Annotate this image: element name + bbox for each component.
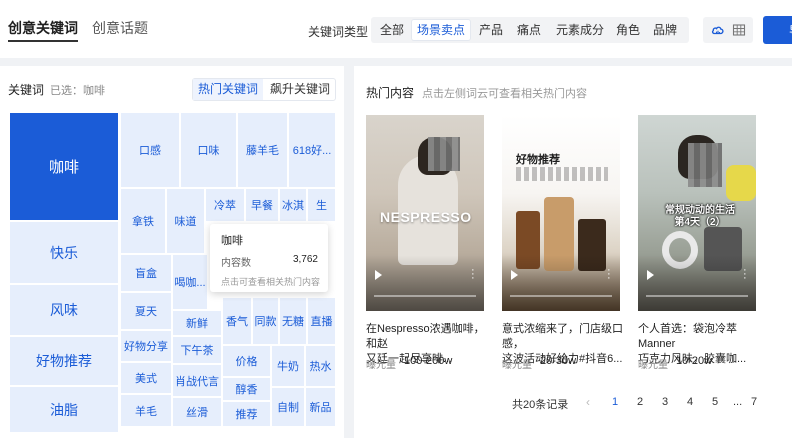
- treemap-cell[interactable]: 拿铁: [121, 189, 165, 253]
- keyword-panel-title: 关键词: [8, 83, 45, 97]
- treemap-cell[interactable]: 口感: [121, 113, 179, 187]
- treemap-cell[interactable]: 直播: [308, 298, 335, 344]
- page-2[interactable]: 2: [637, 396, 643, 408]
- keyword-selected-text: 已选：咖啡: [50, 85, 105, 97]
- filter-all[interactable]: 全部: [375, 20, 409, 40]
- treemap-cell[interactable]: 肖战代言: [173, 365, 221, 396]
- exposure-label: 曝光量: [638, 360, 668, 371]
- table-view-icon[interactable]: [732, 23, 746, 37]
- treemap-cell[interactable]: 自制: [272, 388, 304, 426]
- hot-content-hint: 点击左侧词云可查看相关热门内容: [422, 88, 587, 100]
- treemap-cell[interactable]: 丝滑: [173, 398, 221, 426]
- tooltip-title: 咖啡: [221, 235, 243, 247]
- more-icon[interactable]: · · ·: [607, 265, 611, 284]
- treemap-cell[interactable]: 价格: [223, 346, 270, 376]
- export-button[interactable]: 导: [763, 16, 792, 44]
- video-progress-bar: [646, 295, 748, 297]
- thumbnail-overlay-text: NESPRESSO: [380, 209, 472, 225]
- page-3[interactable]: 3: [662, 396, 668, 408]
- play-icon[interactable]: [647, 270, 654, 280]
- treemap-cell[interactable]: 冷萃: [206, 189, 244, 221]
- treemap-cell[interactable]: 口味: [181, 113, 236, 187]
- record-count: 共20条记录: [512, 399, 569, 411]
- filter-role[interactable]: 角色: [613, 20, 643, 40]
- tooltip-label: 内容数: [221, 258, 251, 269]
- more-icon[interactable]: · · ·: [743, 265, 747, 284]
- video-thumbnail[interactable]: 好物推荐 · · ·: [502, 115, 620, 311]
- cloud-view-icon[interactable]: [711, 23, 725, 37]
- treemap-cell[interactable]: 新品: [306, 388, 335, 426]
- top-bar: 创意关键词 创意话题 关键词类型 全部 场景卖点 产品 痛点 元素成分 角色 品…: [0, 0, 792, 58]
- treemap-cell[interactable]: 夏天: [121, 293, 171, 329]
- treemap-cell[interactable]: 牛奶: [272, 346, 304, 386]
- view-switch-group: [703, 17, 753, 43]
- video-thumbnail[interactable]: 常规动动的生活 第4天（2） · · ·: [638, 115, 756, 311]
- tooltip-hint: 点击可查看相关热门内容: [221, 277, 321, 287]
- filter-scene-selling-point[interactable]: 场景卖点: [412, 20, 470, 40]
- tab-creative-topics[interactable]: 创意话题: [92, 18, 148, 38]
- content-card-title-line: 在Nespresso浓遇咖啡，和赵: [366, 323, 485, 350]
- treemap-cell[interactable]: 618好...: [289, 113, 335, 187]
- content-card-title-line: 个人首选：袋泡冷萃Manner: [638, 323, 737, 350]
- treemap-cell[interactable]: 无糖: [280, 298, 306, 344]
- treemap-cell[interactable]: 好物分享: [121, 331, 171, 361]
- tooltip-value: 3,762: [292, 254, 318, 265]
- tab-creative-keywords[interactable]: 创意关键词: [8, 18, 78, 42]
- exposure-value: 10-20w: [676, 355, 713, 367]
- filter-product[interactable]: 产品: [474, 20, 508, 40]
- treemap-cell[interactable]: 香气: [223, 298, 251, 344]
- treemap-cell-happy[interactable]: 快乐: [10, 222, 118, 283]
- treemap-cell[interactable]: 新鲜: [173, 311, 221, 335]
- page-7[interactable]: 7: [751, 396, 757, 408]
- treemap-cell[interactable]: 生: [308, 189, 335, 221]
- page-4[interactable]: 4: [687, 396, 693, 408]
- prev-page-icon[interactable]: ‹: [586, 395, 590, 409]
- keyword-tooltip: 咖啡 内容数 3,762 点击可查看相关热门内容: [210, 224, 328, 292]
- treemap-cell[interactable]: 冰淇: [280, 189, 306, 221]
- treemap-cell[interactable]: 喝咖...: [173, 255, 207, 309]
- filter-ingredients[interactable]: 元素成分: [551, 20, 609, 40]
- hot-content-title: 热门内容: [366, 86, 415, 100]
- treemap-cell[interactable]: 醇香: [223, 378, 270, 400]
- keyword-filter-group: 全部 场景卖点 产品 痛点 元素成分 角色 品牌: [371, 17, 689, 43]
- treemap-cell[interactable]: 盲盒: [121, 255, 171, 291]
- treemap-cell-flavor[interactable]: 风味: [10, 285, 118, 335]
- exposure-value: 100-200w: [404, 355, 453, 367]
- exposure-label: 曝光量: [502, 360, 532, 371]
- treemap-cell[interactable]: 味道: [167, 189, 204, 253]
- treemap-cell-coffee[interactable]: 咖啡: [10, 113, 118, 220]
- video-progress-bar: [510, 295, 612, 297]
- exposure-label: 曝光量: [366, 360, 396, 371]
- video-progress-bar: [374, 295, 476, 297]
- hot-keywords-toggle[interactable]: 热门关键词: [193, 79, 263, 100]
- thumbnail-overlay-text: 好物推荐: [516, 154, 560, 166]
- treemap-cell[interactable]: 下午茶: [173, 337, 221, 363]
- play-icon[interactable]: [375, 270, 382, 280]
- treemap-cell[interactable]: 推荐: [223, 402, 270, 426]
- play-icon[interactable]: [511, 270, 518, 280]
- hot-content-panel: 热门内容 点击左侧词云可查看相关热门内容 NESPRESSO · · · 在Nesp…: [354, 66, 792, 438]
- keyword-mode-toggle: 热门关键词 飙升关键词: [192, 78, 336, 101]
- treemap-cell[interactable]: 早餐: [246, 189, 278, 221]
- treemap-cell[interactable]: 美式: [121, 363, 171, 393]
- page-ellipsis[interactable]: ...: [733, 396, 742, 408]
- more-icon[interactable]: · · ·: [471, 265, 475, 284]
- treemap-cell[interactable]: 藤羊毛: [238, 113, 287, 187]
- video-thumbnail[interactable]: NESPRESSO · · ·: [366, 115, 484, 311]
- rising-keywords-toggle[interactable]: 飙升关键词: [264, 79, 336, 100]
- treemap-cell[interactable]: 热水: [306, 346, 335, 386]
- keyword-type-label: 关键词类型: [308, 25, 369, 39]
- page-5[interactable]: 5: [712, 396, 718, 408]
- treemap-cell[interactable]: 羊毛: [121, 395, 171, 426]
- content-card-title-line: 意式浓缩来了，门店级口感，: [502, 323, 623, 350]
- treemap-cell-recommend[interactable]: 好物推荐: [10, 337, 118, 385]
- treemap-cell-crema[interactable]: 油脂: [10, 387, 118, 432]
- filter-brand[interactable]: 品牌: [648, 20, 682, 40]
- filter-pain-point[interactable]: 痛点: [512, 20, 546, 40]
- treemap-cell[interactable]: 同款: [253, 298, 278, 344]
- page-1[interactable]: 1: [612, 396, 618, 408]
- exposure-value: 20-30w: [540, 355, 577, 367]
- thumbnail-overlay-text: 第4天（2）: [674, 217, 726, 228]
